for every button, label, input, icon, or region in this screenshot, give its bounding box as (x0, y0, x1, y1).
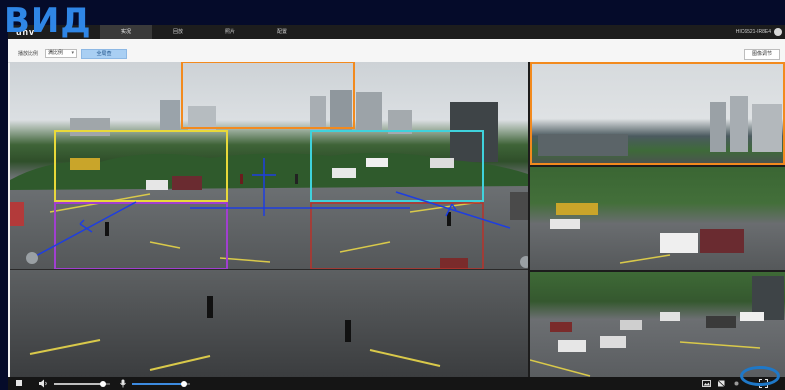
parking-line (149, 355, 211, 371)
building (730, 96, 748, 152)
car (620, 320, 642, 330)
speaker-icon[interactable] (38, 379, 48, 388)
lower-view[interactable] (10, 269, 528, 377)
tab-photos[interactable]: 照片 (204, 25, 256, 39)
settings-dot-icon[interactable] (732, 379, 741, 388)
car (10, 202, 24, 226)
mic-slider[interactable] (132, 381, 190, 387)
pivot-handle[interactable] (26, 252, 38, 264)
guide-line (395, 191, 511, 229)
truck (70, 158, 100, 170)
volume-slider[interactable] (54, 381, 110, 387)
view-toolbar: 播放比例 满比例 ▾ 全局查 图像调节 (8, 39, 785, 63)
record-icon[interactable] (717, 379, 726, 388)
building (70, 118, 110, 136)
side-view-1[interactable] (530, 62, 785, 165)
side-view-3[interactable] (530, 272, 785, 377)
parking-line (339, 241, 391, 253)
stop-icon[interactable] (16, 380, 22, 386)
tab-playback[interactable]: 回放 (152, 25, 204, 39)
car (550, 322, 572, 332)
building (330, 90, 352, 132)
device-model: HIC6521-IR8E4 (735, 29, 771, 35)
ratio-select[interactable]: 满比例 ▾ (45, 49, 77, 58)
lower-scene (29, 296, 441, 371)
nav-tabs: 实况 回放 照片 配置 (100, 25, 308, 39)
building (538, 134, 628, 156)
car (146, 180, 168, 190)
mic-slider-knob[interactable] (181, 381, 187, 387)
building (710, 102, 726, 152)
car (430, 158, 454, 168)
parking-line (530, 359, 591, 377)
building (310, 96, 326, 132)
car (332, 168, 356, 178)
browser-window: unv 实况 回放 照片 配置 HIC6521-IR8E4 播放比例 满比例 ▾… (8, 25, 785, 390)
panorama-mode-button[interactable]: 全局查 (81, 49, 127, 59)
car (558, 340, 586, 352)
top-navigation-bar: unv 实况 回放 照片 配置 HIC6521-IR8E4 (8, 25, 785, 39)
car (740, 312, 764, 321)
mic-slider-fill (132, 383, 184, 385)
overlay-caption: ВИД (4, 1, 92, 41)
car (172, 176, 202, 190)
ratio-select-value: 满比例 (48, 50, 64, 56)
snapshot-icon[interactable] (702, 379, 711, 388)
building (356, 92, 382, 132)
side-scene-1 (530, 62, 785, 165)
volume-slider-fill (54, 383, 103, 385)
car (440, 258, 468, 269)
car (600, 336, 626, 348)
image-adjust-button[interactable]: 图像调节 (744, 49, 780, 60)
parking-line (369, 349, 441, 367)
building (160, 100, 180, 130)
user-icon[interactable] (774, 28, 782, 36)
person (207, 296, 213, 318)
person (240, 174, 243, 184)
person (295, 174, 298, 184)
parking-line (29, 339, 101, 355)
microphone-icon[interactable] (119, 379, 127, 388)
panoramic-scene (10, 62, 528, 269)
ratio-label: 播放比例 (18, 51, 39, 57)
panoramic-view[interactable] (10, 62, 528, 269)
car (660, 312, 680, 321)
tab-live[interactable]: 实况 (100, 25, 152, 39)
volume-slider-knob[interactable] (100, 381, 106, 387)
truck (556, 203, 598, 215)
parking-line (619, 254, 671, 264)
side-view-2[interactable] (530, 167, 785, 270)
parking-line (149, 241, 181, 249)
roi-box-purple[interactable] (54, 202, 228, 269)
side-views (528, 62, 785, 377)
car (510, 192, 528, 220)
fullscreen-highlight-ring (740, 366, 780, 386)
car (700, 229, 744, 253)
building (752, 104, 782, 152)
side-scene-2 (550, 203, 744, 264)
playback-control-bar (8, 377, 785, 390)
screen: ВИД unv 实况 回放 照片 配置 HIC6521-IR8E4 播放比例 满… (0, 0, 785, 390)
video-area (10, 62, 785, 377)
tab-settings[interactable]: 配置 (256, 25, 308, 39)
parking-line (679, 341, 761, 349)
car (366, 158, 388, 167)
car (706, 316, 736, 328)
guide-line (31, 201, 137, 259)
pivot-handle[interactable] (520, 256, 528, 268)
person (345, 320, 351, 342)
side-scene-3 (530, 276, 784, 377)
chevron-down-icon: ▾ (71, 50, 74, 56)
car (550, 219, 580, 229)
person (105, 222, 109, 236)
car (660, 233, 698, 253)
